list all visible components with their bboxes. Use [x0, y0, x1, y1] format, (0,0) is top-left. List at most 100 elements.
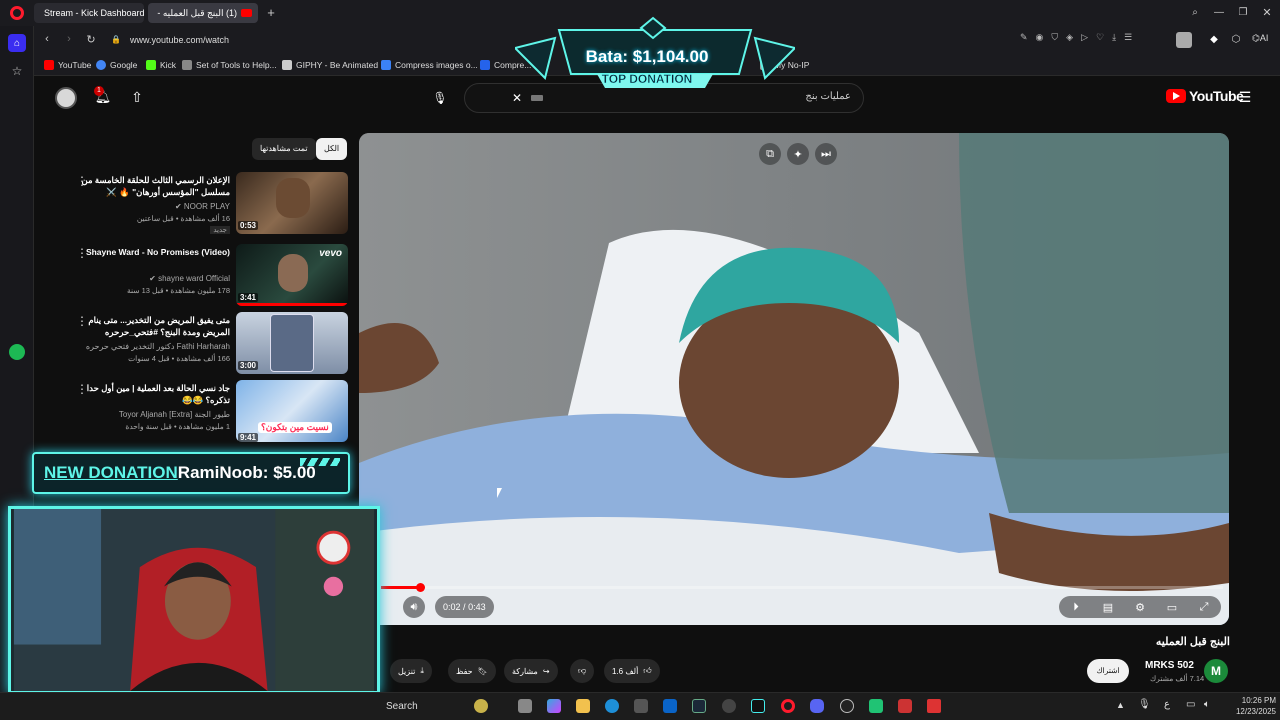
download-icon[interactable]: ⤓ — [1112, 32, 1116, 48]
edit-icon[interactable]: ✎ — [1020, 32, 1028, 48]
settings-gear-icon[interactable]: ⚙ — [1129, 596, 1151, 618]
recommendation-item[interactable]: ⋮ 3:00 متى يفيق المريض من التخدير... متى… — [70, 312, 348, 378]
share-button[interactable]: مشاركة ↪ — [504, 659, 558, 683]
scrubber-handle[interactable] — [415, 583, 425, 592]
video-player[interactable]: ⧉ ✦ ⏭ 🔊︎ 0:02 / 0:43 ⏵ ▤ ⚙ ▭ ⤢ — [359, 133, 1229, 625]
copilot-icon[interactable] — [547, 699, 561, 713]
play-icon[interactable]: ▷ — [1081, 32, 1088, 48]
steam-icon[interactable] — [692, 699, 706, 713]
star-icon[interactable]: ☆ — [8, 62, 26, 80]
heart-icon[interactable]: ♡ — [1096, 32, 1104, 48]
maximize-icon[interactable]: ❐ — [1236, 5, 1250, 19]
opera-taskbar-icon[interactable] — [781, 699, 795, 713]
video-title[interactable]: جاد نسي الحالة بعد العملية | مين أول حدا… — [74, 382, 230, 406]
autoplay-toggle-icon[interactable]: ⏵ — [1065, 596, 1087, 618]
channel-avatar[interactable]: M — [1204, 659, 1228, 683]
box-icon[interactable]: ⬡ — [1230, 33, 1242, 45]
volume-icon[interactable]: 🔊︎ — [403, 596, 425, 618]
channel-name[interactable]: ✔ shayne ward Official — [149, 274, 230, 283]
ai-label: AI — [1259, 33, 1269, 43]
reload-icon[interactable]: ↻ — [84, 32, 98, 46]
bookmark-giphy[interactable]: GIPHY - Be Animated — [282, 58, 378, 72]
account-avatar[interactable] — [55, 87, 77, 109]
new-tab-plus-icon[interactable]: + — [264, 5, 278, 20]
speaker-tray-icon[interactable]: 🔈︎ — [1204, 699, 1210, 710]
tab-kick-dashboard[interactable]: Stream - Kick Dashboard — [34, 3, 144, 23]
tf-app-icon[interactable] — [927, 699, 941, 713]
forward-icon[interactable]: › — [62, 32, 76, 46]
search-query-text: عمليات بنج — [805, 91, 851, 102]
create-upload-icon[interactable]: ⇧ — [128, 88, 146, 106]
channel-name[interactable]: ✔ NOOR PLAY — [175, 202, 230, 211]
weather-widget-icon[interactable] — [474, 699, 488, 713]
back-icon[interactable]: ‹ — [40, 32, 54, 46]
keyboard-icon[interactable] — [531, 95, 543, 101]
tab-youtube-video[interactable]: (1) البنج قبل العمليه - — [148, 3, 258, 23]
chip-all[interactable]: الكل — [316, 138, 348, 160]
profile-avatar[interactable] — [1176, 32, 1192, 48]
download-button[interactable]: تنزيل ⤓ — [390, 659, 432, 683]
video-title[interactable]: متى يفيق المريض من التخدير... متى ينام ا… — [74, 314, 230, 338]
video-title[interactable]: الإعلان الرسمي الثالث للحلقة الخامسة من … — [74, 174, 230, 198]
file-explorer-icon[interactable] — [576, 699, 590, 713]
close-window-icon[interactable]: ✕ — [1260, 5, 1274, 19]
player-right-controls: ⏵ ▤ ⚙ ▭ ⤢ — [1059, 596, 1221, 618]
obs-icon[interactable] — [840, 699, 854, 713]
chip-watched[interactable]: تمت مشاهدتها — [252, 138, 316, 160]
opera-logo-icon[interactable] — [10, 6, 24, 20]
channel-name[interactable]: دكتور التخدير فتحي حرحره Fathi Harharah — [86, 342, 230, 351]
bookmark-tools[interactable]: Set of Tools to Help... — [182, 58, 277, 72]
video-progress-bar[interactable] — [381, 583, 1223, 592]
video-title[interactable]: Shayne Ward - No Promises (Video) — [74, 246, 230, 258]
youtube-logo[interactable]: YouTube — [1166, 88, 1244, 104]
bookmark-google[interactable]: Google — [96, 58, 137, 72]
language-indicator[interactable]: ع — [1164, 699, 1170, 710]
system-clock[interactable]: 10:26 PM 12/23/2025 — [1222, 695, 1276, 717]
tray-chevron-icon[interactable]: ▲ — [1116, 700, 1125, 710]
outlook-icon[interactable] — [663, 699, 677, 713]
bookmark-kick[interactable]: Kick — [146, 58, 176, 72]
spotify-icon[interactable] — [9, 344, 25, 360]
task-view-icon[interactable] — [518, 699, 532, 713]
discord-icon[interactable] — [810, 699, 824, 713]
green-app-icon[interactable] — [869, 699, 883, 713]
store-icon[interactable] — [634, 699, 648, 713]
theater-mode-icon[interactable]: ▭ — [1161, 596, 1183, 618]
recommendation-item[interactable]: ⋮ 0:53 الإعلان الرسمي الثالث للحلقة الخا… — [70, 172, 348, 238]
next-video-icon[interactable]: ⏭ — [815, 143, 837, 165]
subscribe-button[interactable]: اشتراك — [1087, 659, 1129, 683]
dislike-button[interactable]: 👎︎ — [570, 659, 595, 683]
app-icon[interactable] — [722, 699, 736, 713]
bookmark-youtube[interactable]: YouTube — [44, 58, 91, 72]
channel-name[interactable]: Toyor Aljanah [Extra] طيور الجنة — [119, 410, 230, 419]
tab-search-icon[interactable]: ⌕ — [1188, 5, 1202, 19]
subtitles-icon[interactable]: ▤ — [1097, 596, 1119, 618]
tiktok-icon[interactable] — [751, 699, 765, 713]
recommendation-item[interactable]: ⋮ vevo 3:41 Shayne Ward - No Promises (V… — [70, 244, 348, 310]
like-button[interactable]: 1.6 ألف 👍︎ — [604, 659, 660, 683]
guide-menu-icon[interactable]: ☰ — [1236, 88, 1254, 106]
shield-icon[interactable]: ⛉ — [1051, 32, 1058, 48]
cube-icon[interactable]: ◈ — [1066, 32, 1073, 48]
diamond-icon[interactable]: ◆ — [1208, 33, 1220, 45]
verified-icon: ✔ — [149, 274, 159, 283]
edge-icon[interactable] — [605, 699, 619, 713]
network-icon[interactable]: ▭ — [1186, 699, 1195, 710]
microphone-tray-icon[interactable]: 🎙︎ — [1138, 699, 1151, 710]
clear-search-icon[interactable]: ✕ — [509, 90, 525, 106]
channel-name[interactable]: MRKS 502 — [1145, 660, 1194, 671]
minimize-icon[interactable]: — — [1212, 5, 1226, 19]
save-button[interactable]: حفظ 🔖︎ — [448, 659, 496, 683]
recommendation-item[interactable]: ⋮ نسيت مين بتكون؟ 9:41 جاد نسي الحالة بع… — [70, 380, 348, 446]
voice-search-mic-icon[interactable]: 🎙︎ — [430, 88, 450, 108]
miniplayer-icon[interactable]: ⧉ — [759, 143, 781, 165]
ai-sparkle-icon[interactable]: ✦ — [787, 143, 809, 165]
camera-icon[interactable]: ◉ — [1036, 32, 1044, 48]
lock-icon: 🔒 — [111, 34, 121, 44]
home-icon[interactable]: ⌂ — [8, 34, 26, 52]
ai-button[interactable]: ⌬AI — [1252, 33, 1268, 44]
menu-icon[interactable]: ☰ — [1124, 32, 1132, 48]
bookmark-compress[interactable]: Compress images o... — [381, 58, 478, 72]
red-app-icon[interactable] — [898, 699, 912, 713]
fullscreen-icon[interactable]: ⤢ — [1193, 596, 1215, 618]
